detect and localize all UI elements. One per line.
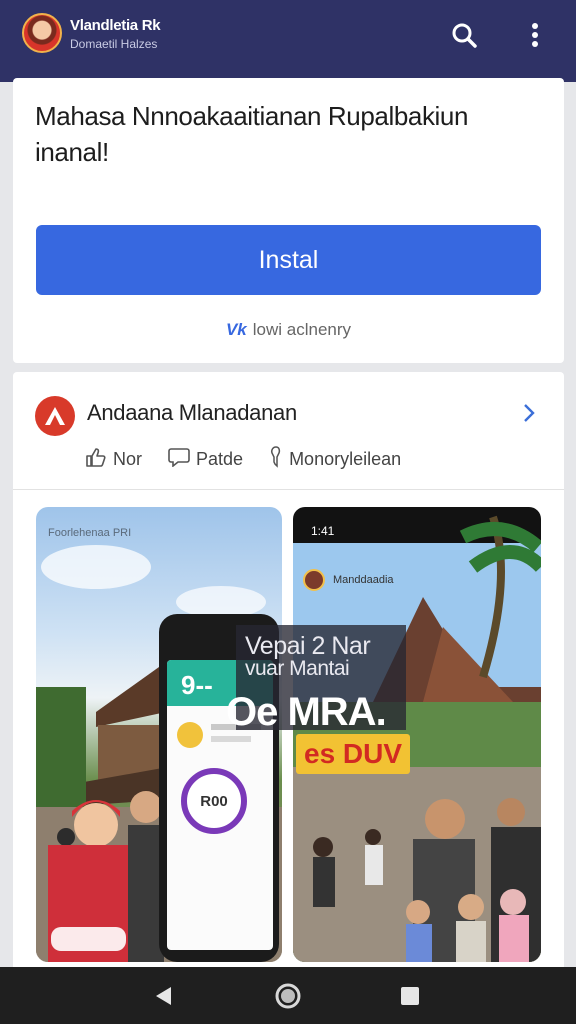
- comment-action[interactable]: Patde: [168, 446, 243, 473]
- system-nav-bar: [0, 967, 576, 1024]
- share-label: Monoryleilean: [289, 449, 402, 469]
- home-icon[interactable]: [273, 981, 303, 1011]
- avatar[interactable]: [22, 13, 62, 53]
- phone-screen-text: 9--: [181, 670, 213, 700]
- like-label: Nor: [113, 449, 143, 469]
- image-header-name: Manddaadia: [333, 574, 394, 586]
- like-action[interactable]: Nor: [85, 446, 142, 473]
- comment-icon: [168, 447, 190, 472]
- comment-label: Patde: [196, 449, 244, 469]
- overlay-tag: es DUV: [296, 734, 411, 774]
- mini-avatar: [303, 569, 325, 591]
- divider: [13, 489, 564, 490]
- chevron-right-icon[interactable]: [522, 402, 536, 429]
- brand-name[interactable]: Andaana Mlanadanan: [87, 400, 297, 426]
- post-actions: Nor Patde Monoryleilean: [85, 446, 401, 473]
- more-vert-icon[interactable]: [520, 20, 550, 50]
- back-icon[interactable]: [149, 981, 179, 1011]
- app-subtitle: Domaetil Halzes: [70, 37, 158, 51]
- app-title: Vlandletia Rk: [70, 17, 161, 34]
- install-button[interactable]: Instal: [36, 225, 541, 295]
- overlay-line2: Oe MRA.: [226, 690, 387, 734]
- promo-text: Mahasa Nnnoakaaitianan Rupalbakiun inana…: [35, 101, 469, 167]
- promo-footnote[interactable]: Vk lowi aclnenry: [13, 320, 564, 340]
- phone-badge: R00: [181, 768, 247, 834]
- search-icon[interactable]: [449, 20, 479, 50]
- image-header: Manddaadia: [303, 565, 533, 595]
- install-promo-card: Mahasa Nnnoakaaitianan Rupalbakiun inana…: [13, 78, 564, 363]
- thumbs-up-icon: [85, 447, 107, 472]
- share-icon: [269, 446, 283, 473]
- sponsored-post-card: Andaana Mlanadanan Nor Patde Monoryleile…: [13, 372, 564, 972]
- footnote-mark: Vk: [225, 320, 247, 339]
- app-bar: Vlandletia Rk Domaetil Halzes: [0, 0, 576, 82]
- footnote-text: lowi aclnenry: [252, 320, 352, 339]
- recents-icon[interactable]: [395, 981, 425, 1011]
- brand-logo-icon[interactable]: [35, 396, 75, 436]
- overlay-line1: Vepai 2 Nar vuar Mantai: [245, 632, 371, 681]
- share-action[interactable]: Monoryleilean: [269, 446, 401, 473]
